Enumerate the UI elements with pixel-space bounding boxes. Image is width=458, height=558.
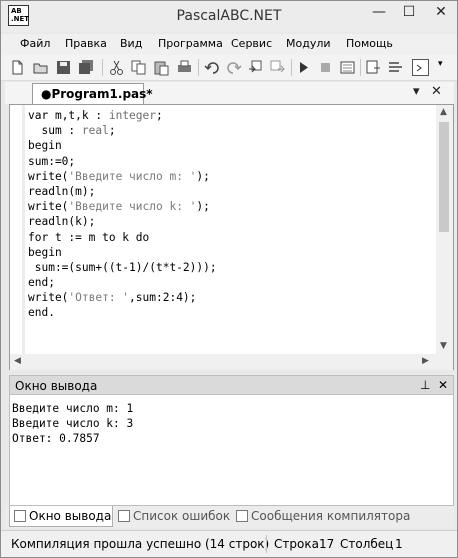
output-panel-title: Окно вывода bbox=[15, 379, 98, 393]
menu-program[interactable]: Программа bbox=[158, 37, 223, 50]
code-line: var m,t,k : integer; bbox=[28, 109, 163, 122]
type-name: real bbox=[81, 124, 109, 138]
toolbar-separator bbox=[102, 59, 103, 76]
tab-program1[interactable]: ●Program1.pas* bbox=[32, 83, 153, 105]
pin-icon[interactable]: ⊥ bbox=[420, 378, 430, 392]
outdent-icon[interactable] bbox=[269, 59, 286, 76]
cut-icon[interactable] bbox=[108, 59, 125, 76]
menu-file[interactable]: Файл bbox=[20, 37, 50, 50]
output-window-tab-icon bbox=[14, 510, 26, 522]
menu-modules[interactable]: Модули bbox=[286, 37, 331, 50]
stop-icon[interactable] bbox=[317, 59, 334, 76]
run-icon[interactable] bbox=[295, 59, 312, 76]
output-line: Введите число m: 1 bbox=[12, 402, 134, 415]
scroll-left-icon[interactable]: ◀ bbox=[14, 356, 21, 366]
code-line: end. bbox=[28, 306, 55, 320]
status-row-value: 17 bbox=[319, 537, 335, 551]
tab-label: Список ошибок bbox=[133, 509, 231, 523]
copy-icon[interactable] bbox=[130, 59, 147, 76]
keyword: var bbox=[28, 109, 49, 122]
output-panel-header: Окно вывода ⊥ ✕ bbox=[9, 375, 454, 395]
menu-edit[interactable]: Правка bbox=[65, 37, 107, 50]
scroll-thumb[interactable] bbox=[439, 122, 449, 232]
editor-vertical-scrollbar[interactable]: ▲ ▼ bbox=[436, 105, 453, 354]
undo-icon[interactable] bbox=[204, 59, 221, 76]
code-line: begin bbox=[28, 245, 62, 259]
output-panel[interactable]: Введите число m: 1 Введите число k: 3 От… bbox=[9, 395, 454, 506]
code-line: end; bbox=[28, 276, 55, 290]
app-window: AB .NET PascalABC.NET — ☐ ✕ Файл Правка … bbox=[0, 0, 458, 558]
error-list-tab-icon bbox=[118, 510, 130, 522]
toolbar-separator bbox=[360, 59, 361, 76]
menu-bar: Файл Правка Вид Программа Сервис Модули … bbox=[1, 34, 457, 55]
scroll-down-icon[interactable]: ▼ bbox=[440, 341, 447, 351]
editor-gutter bbox=[22, 105, 25, 354]
code-area[interactable]: var m,t,k : integer; sum : real; begin s… bbox=[28, 108, 433, 321]
tab-label: Окно вывода bbox=[29, 509, 112, 523]
step-into-icon[interactable] bbox=[387, 59, 404, 76]
tab-output-window[interactable]: Окно вывода bbox=[9, 506, 113, 527]
open-folder-icon[interactable] bbox=[32, 59, 49, 76]
tab-error-list[interactable]: Список ошибок bbox=[118, 506, 230, 527]
status-col-value: 1 bbox=[395, 537, 403, 551]
status-row-label: Строка bbox=[274, 537, 319, 551]
output-text: Введите число m: 1 Введите число k: 3 От… bbox=[12, 401, 133, 446]
maximize-button[interactable]: ☐ bbox=[395, 1, 423, 23]
status-col-label: Столбец bbox=[340, 537, 394, 551]
code-line: begin bbox=[28, 139, 62, 153]
print-icon[interactable] bbox=[176, 59, 193, 76]
string-literal: 'Введите число m: ' bbox=[68, 169, 197, 183]
document-tabstrip: ●Program1.pas* ▾ ✕ bbox=[5, 82, 454, 105]
code-line: for t := m to k do bbox=[28, 230, 150, 244]
code-editor[interactable]: var m,t,k : integer; sum : real; begin s… bbox=[9, 104, 454, 370]
step-icon[interactable] bbox=[365, 59, 382, 76]
code-line: readln(m); bbox=[28, 184, 96, 198]
toolbar-separator bbox=[291, 59, 292, 76]
status-message: Компиляция прошла успешно (14 строк) bbox=[11, 537, 270, 551]
code-line: readln(k); bbox=[28, 215, 96, 229]
output-window-icon[interactable] bbox=[412, 59, 429, 76]
scroll-right-icon[interactable]: ▶ bbox=[422, 356, 429, 366]
string-literal: 'Введите число k: ' bbox=[68, 200, 197, 214]
editor-horizontal-scrollbar[interactable]: ◀ ▶ bbox=[10, 354, 453, 370]
menu-service[interactable]: Сервис bbox=[231, 37, 272, 50]
close-button[interactable]: ✕ bbox=[425, 1, 457, 23]
status-separator bbox=[266, 535, 267, 553]
tab-list-dropdown-icon[interactable]: ▾ bbox=[413, 84, 420, 99]
code-line: sum:=(sum+((t-1)/(t*t-2))); bbox=[28, 260, 217, 274]
toolbar: ▾ bbox=[1, 55, 457, 81]
output-line: Введите число k: 3 bbox=[12, 417, 134, 430]
string-literal: 'Ответ: ' bbox=[68, 291, 130, 305]
tab-label: Сообщения компилятора bbox=[251, 509, 411, 523]
redo-icon[interactable] bbox=[225, 59, 242, 76]
save-all-icon[interactable] bbox=[78, 59, 95, 76]
code-line: write('Введите число k: '); bbox=[28, 200, 210, 214]
menu-view[interactable]: Вид bbox=[120, 37, 142, 50]
scroll-up-icon[interactable]: ▲ bbox=[440, 107, 447, 117]
output-line: Ответ: 0.7857 bbox=[12, 432, 100, 445]
new-file-icon[interactable] bbox=[9, 59, 26, 76]
compiler-messages-tab-icon bbox=[236, 510, 248, 522]
panel-close-icon[interactable]: ✕ bbox=[438, 378, 448, 392]
code-line: write('Введите число m: '); bbox=[28, 169, 210, 183]
tab-close-icon[interactable]: ✕ bbox=[431, 84, 442, 99]
code-line: sum : real; bbox=[28, 124, 116, 138]
save-icon[interactable] bbox=[55, 59, 72, 76]
type-name: integer bbox=[108, 109, 156, 122]
code-line: sum:=0; bbox=[28, 154, 76, 168]
title-bar[interactable]: AB .NET PascalABC.NET — ☐ ✕ bbox=[1, 1, 457, 32]
indent-icon[interactable] bbox=[247, 59, 264, 76]
toolbar-overflow-icon[interactable]: ▾ bbox=[438, 59, 448, 76]
debug-icon[interactable] bbox=[339, 59, 356, 76]
status-bar: Компиляция прошла успешно (14 строк) Стр… bbox=[1, 530, 457, 557]
paste-icon[interactable] bbox=[153, 59, 170, 76]
toolbar-separator bbox=[198, 59, 199, 76]
bottom-tabs: Окно вывода Список ошибок Сообщения комп… bbox=[5, 506, 454, 528]
code-line: write('Ответ: ',sum:2:4); bbox=[28, 291, 197, 305]
minimize-button[interactable]: — bbox=[365, 1, 393, 23]
menu-help[interactable]: Помощь bbox=[346, 37, 393, 50]
tab-compiler-messages[interactable]: Сообщения компилятора bbox=[236, 506, 410, 527]
